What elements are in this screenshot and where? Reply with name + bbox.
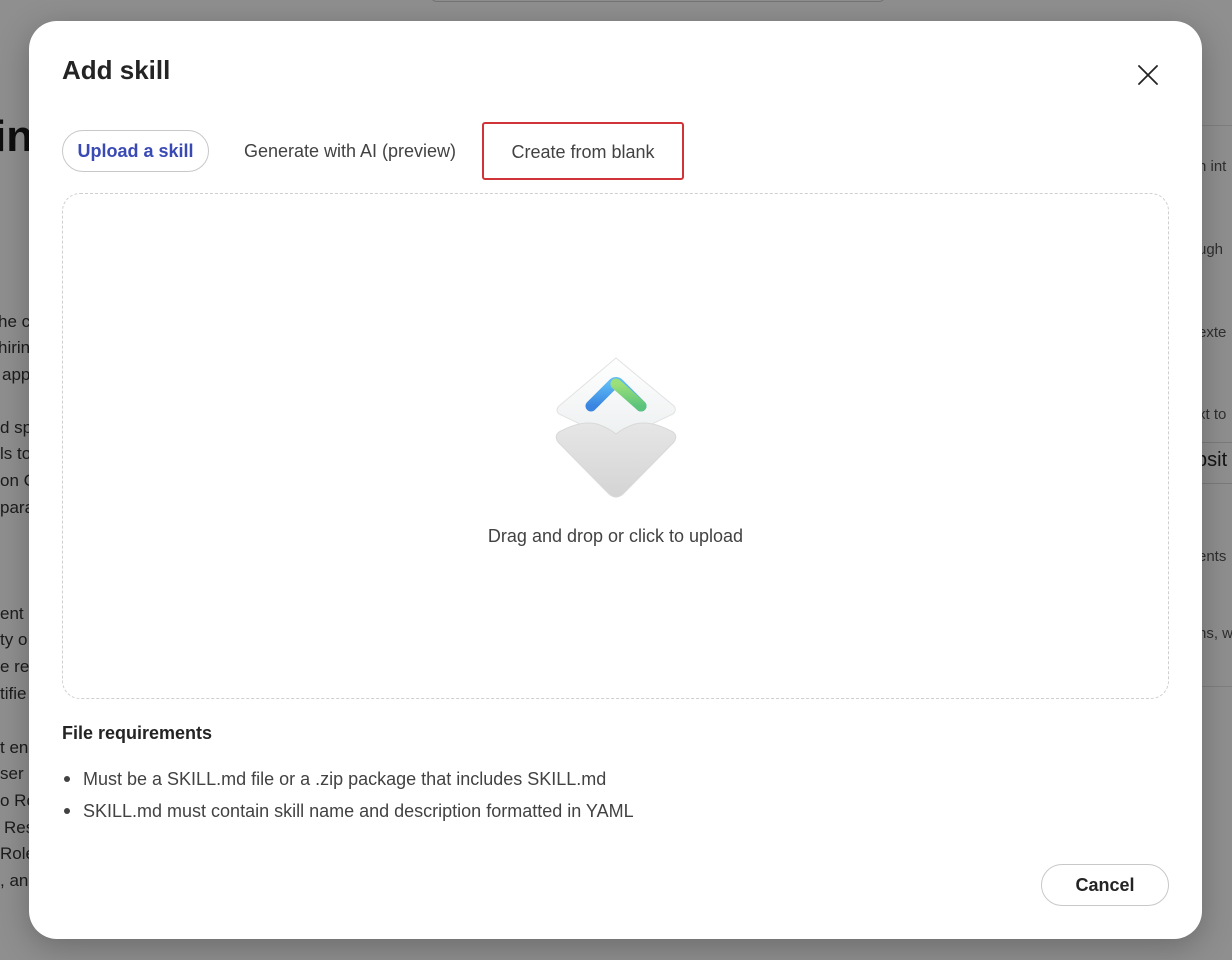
dialog-title: Add skill: [62, 55, 171, 85]
tab-create-from-blank[interactable]: Create from blank: [482, 122, 684, 180]
list-item: SKILL.md must contain skill name and des…: [62, 799, 634, 831]
close-button[interactable]: [1130, 57, 1166, 93]
cancel-button[interactable]: Cancel: [1041, 864, 1169, 906]
upload-icon: [555, 357, 677, 498]
tab-generate-with-ai[interactable]: Generate with AI (preview): [225, 130, 475, 172]
upload-dropzone[interactable]: Drag and drop or click to upload: [62, 193, 1169, 699]
add-skill-dialog: Add skill Upload a skill Generate with A…: [29, 21, 1202, 939]
close-icon: [1138, 65, 1158, 85]
file-requirements-heading: File requirements: [62, 723, 213, 743]
file-requirements-list: Must be a SKILL.md file or a .zip packag…: [62, 767, 634, 831]
list-item: Must be a SKILL.md file or a .zip packag…: [62, 767, 634, 799]
tab-upload-a-skill[interactable]: Upload a skill: [62, 130, 209, 172]
dropzone-instruction: Drag and drop or click to upload: [487, 526, 744, 546]
